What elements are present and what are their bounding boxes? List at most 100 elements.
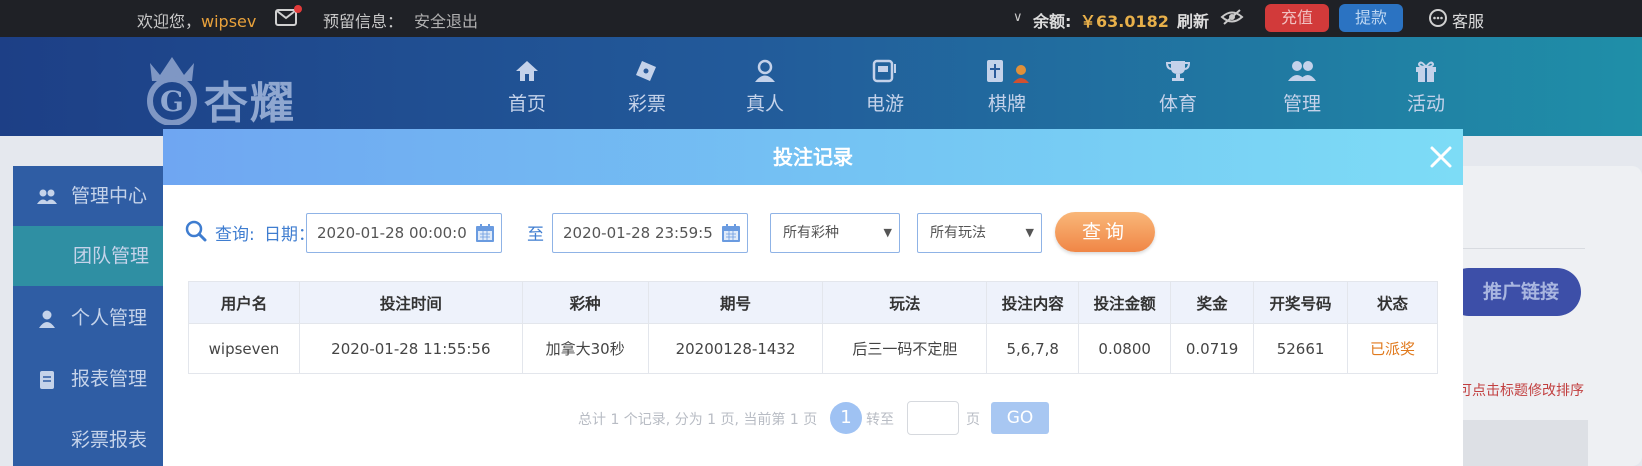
svg-text:G: G bbox=[160, 85, 184, 118]
nav-manage[interactable]: 管理 bbox=[1262, 59, 1342, 116]
cell-lottery: 加拿大30秒 bbox=[521, 323, 649, 374]
sort-hint-text: 可点击标题修改排序 bbox=[1458, 383, 1584, 399]
refresh-link[interactable]: 刷新 bbox=[1177, 8, 1209, 32]
close-icon[interactable] bbox=[1426, 142, 1456, 172]
nav-label: 棋牌 bbox=[987, 93, 1026, 115]
sidebar-item-label: 报表管理 bbox=[71, 368, 148, 390]
column-header[interactable]: 彩种 bbox=[521, 281, 649, 324]
nav-sports[interactable]: 体育 bbox=[1138, 59, 1218, 116]
cell-play-type: 后三一码不定胆 bbox=[822, 323, 988, 374]
lottery-type-select[interactable]: 所有彩种 ▼ bbox=[770, 213, 900, 253]
live-dealer-icon bbox=[755, 59, 775, 82]
date-to-field[interactable] bbox=[552, 213, 748, 253]
nav-label: 彩票 bbox=[627, 93, 666, 115]
lottery-ticket-icon bbox=[636, 61, 656, 81]
calendar-icon[interactable] bbox=[721, 223, 741, 243]
column-header[interactable]: 用户名 bbox=[188, 281, 300, 324]
main-header: G 杏耀 首页 彩票 真人 电游 棋牌 体育 管理 活动 bbox=[0, 37, 1642, 136]
customer-service-link[interactable]: 客服 bbox=[1452, 8, 1484, 32]
pagination-summary: 总计 1 个记录, 分为 1 页, 当前第 1 页 bbox=[578, 412, 818, 428]
column-header[interactable]: 投注内容 bbox=[986, 281, 1080, 324]
charge-button[interactable]: 充值 bbox=[1265, 4, 1329, 32]
cell-bet-content: 5,6,7,8 bbox=[986, 323, 1080, 374]
bet-records-modal: 投注记录 查询: 日期： 至 所有彩种 ▼ 所有玩法 ▼ 查询 用户名 投注时间… bbox=[163, 129, 1463, 466]
nav-label: 首页 bbox=[507, 93, 546, 115]
top-bar: 欢迎您，wipsev 预留信息： 安全退出 ∨ 余额: ￥63.0182 刷新 … bbox=[0, 0, 1642, 37]
sidebar-item-management-center[interactable]: 管理中心 bbox=[13, 166, 163, 226]
balance-label: 余额: bbox=[1033, 12, 1072, 31]
brand-logo[interactable]: G 杏耀 bbox=[140, 45, 330, 129]
column-header[interactable]: 投注金额 bbox=[1078, 281, 1172, 324]
eye-hidden-icon[interactable] bbox=[1220, 8, 1244, 26]
slot-machine-icon bbox=[872, 59, 896, 83]
balance-value: ￥63.0182 bbox=[1080, 12, 1169, 31]
chat-icon[interactable] bbox=[1428, 8, 1448, 28]
nav-cards[interactable]: 棋牌 bbox=[967, 59, 1047, 116]
select-value: 所有玩法 bbox=[930, 225, 986, 241]
column-header[interactable]: 玩法 bbox=[822, 281, 988, 324]
nav-label: 真人 bbox=[745, 93, 784, 115]
nav-label: 管理 bbox=[1282, 93, 1321, 115]
goto-page-input[interactable] bbox=[907, 401, 959, 435]
bet-records-table: 用户名 投注时间 彩种 期号 玩法 投注内容 投注金额 奖金 开奖号码 状态 w… bbox=[188, 281, 1438, 374]
users-icon bbox=[1288, 61, 1316, 81]
current-page-button[interactable]: 1 bbox=[830, 402, 862, 434]
users-icon bbox=[37, 189, 57, 204]
withdraw-button[interactable]: 提款 bbox=[1339, 4, 1403, 32]
cell-bet-amount: 0.0800 bbox=[1078, 323, 1172, 374]
pagination: 总计 1 个记录, 分为 1 页, 当前第 1 页 1 转至 页 GO bbox=[163, 401, 1463, 435]
nav-egames[interactable]: 电游 bbox=[845, 59, 925, 116]
crown-logo-icon: G bbox=[147, 57, 197, 125]
cell-prize: 0.0719 bbox=[1170, 323, 1255, 374]
promo-link-button[interactable]: 推广链接 bbox=[1445, 268, 1581, 316]
sidebar-item-label: 彩票报表 bbox=[71, 429, 148, 451]
table-header-row: 用户名 投注时间 彩种 期号 玩法 投注内容 投注金额 奖金 开奖号码 状态 bbox=[188, 281, 1438, 324]
query-button[interactable]: 查询 bbox=[1055, 212, 1155, 252]
cell-issue-number: 20200128-1432 bbox=[647, 323, 824, 374]
date-to-input[interactable] bbox=[553, 214, 713, 252]
sidebar: 管理中心 团队管理 个人管理 报表管理 彩票报表 bbox=[13, 166, 163, 466]
modal-title: 投注记录 bbox=[773, 145, 853, 169]
calendar-icon[interactable] bbox=[475, 223, 495, 243]
logout-link[interactable]: 安全退出 bbox=[414, 8, 478, 32]
column-header[interactable]: 开奖号码 bbox=[1253, 281, 1349, 324]
mail-icon[interactable] bbox=[275, 9, 297, 26]
nav-label: 电游 bbox=[865, 93, 904, 115]
cell-draw-number: 52661 bbox=[1253, 323, 1349, 374]
to-label: 至 bbox=[527, 225, 544, 245]
welcome-text: 欢迎您，wipsev bbox=[137, 8, 256, 32]
chevron-down-icon[interactable]: ∨ bbox=[1013, 10, 1023, 25]
date-from-input[interactable] bbox=[307, 214, 467, 252]
goto-label: 转至 bbox=[866, 412, 894, 428]
user-icon bbox=[39, 310, 55, 328]
reserve-info-label: 预留信息： bbox=[323, 12, 404, 31]
column-header[interactable]: 期号 bbox=[647, 281, 824, 324]
table-row[interactable]: wipseven 2020-01-28 11:55:56 加拿大30秒 2020… bbox=[188, 323, 1438, 374]
go-button[interactable]: GO bbox=[991, 402, 1049, 434]
page-unit-label: 页 bbox=[966, 412, 980, 428]
column-header[interactable]: 状态 bbox=[1347, 281, 1438, 324]
logo-text: 杏耀 bbox=[204, 78, 296, 129]
welcome-label: 欢迎您， bbox=[137, 12, 202, 31]
gift-icon bbox=[1416, 61, 1436, 82]
sidebar-item-reports[interactable]: 报表管理 bbox=[13, 349, 163, 409]
column-header[interactable]: 投注时间 bbox=[298, 281, 523, 324]
cell-username: wipseven bbox=[188, 323, 300, 374]
home-icon bbox=[516, 61, 538, 81]
nav-home[interactable]: 首页 bbox=[487, 59, 567, 116]
sidebar-item-personal-management[interactable]: 个人管理 bbox=[13, 288, 163, 348]
dropdown-caret-icon: ▼ bbox=[883, 226, 892, 239]
nav-events[interactable]: 活动 bbox=[1386, 59, 1466, 116]
column-header[interactable]: 奖金 bbox=[1170, 281, 1255, 324]
sidebar-item-label: 管理中心 bbox=[71, 185, 148, 207]
trophy-icon bbox=[1165, 61, 1191, 81]
nav-lottery[interactable]: 彩票 bbox=[607, 59, 687, 116]
nav-label: 体育 bbox=[1158, 93, 1197, 115]
date-from-field[interactable] bbox=[306, 213, 502, 253]
sidebar-item-label: 个人管理 bbox=[71, 307, 148, 329]
sidebar-item-team-management[interactable]: 团队管理 bbox=[13, 226, 163, 286]
select-value: 所有彩种 bbox=[783, 225, 839, 241]
sidebar-item-lottery-report[interactable]: 彩票报表 bbox=[13, 410, 163, 466]
play-type-select[interactable]: 所有玩法 ▼ bbox=[917, 213, 1042, 253]
nav-live[interactable]: 真人 bbox=[725, 59, 805, 116]
